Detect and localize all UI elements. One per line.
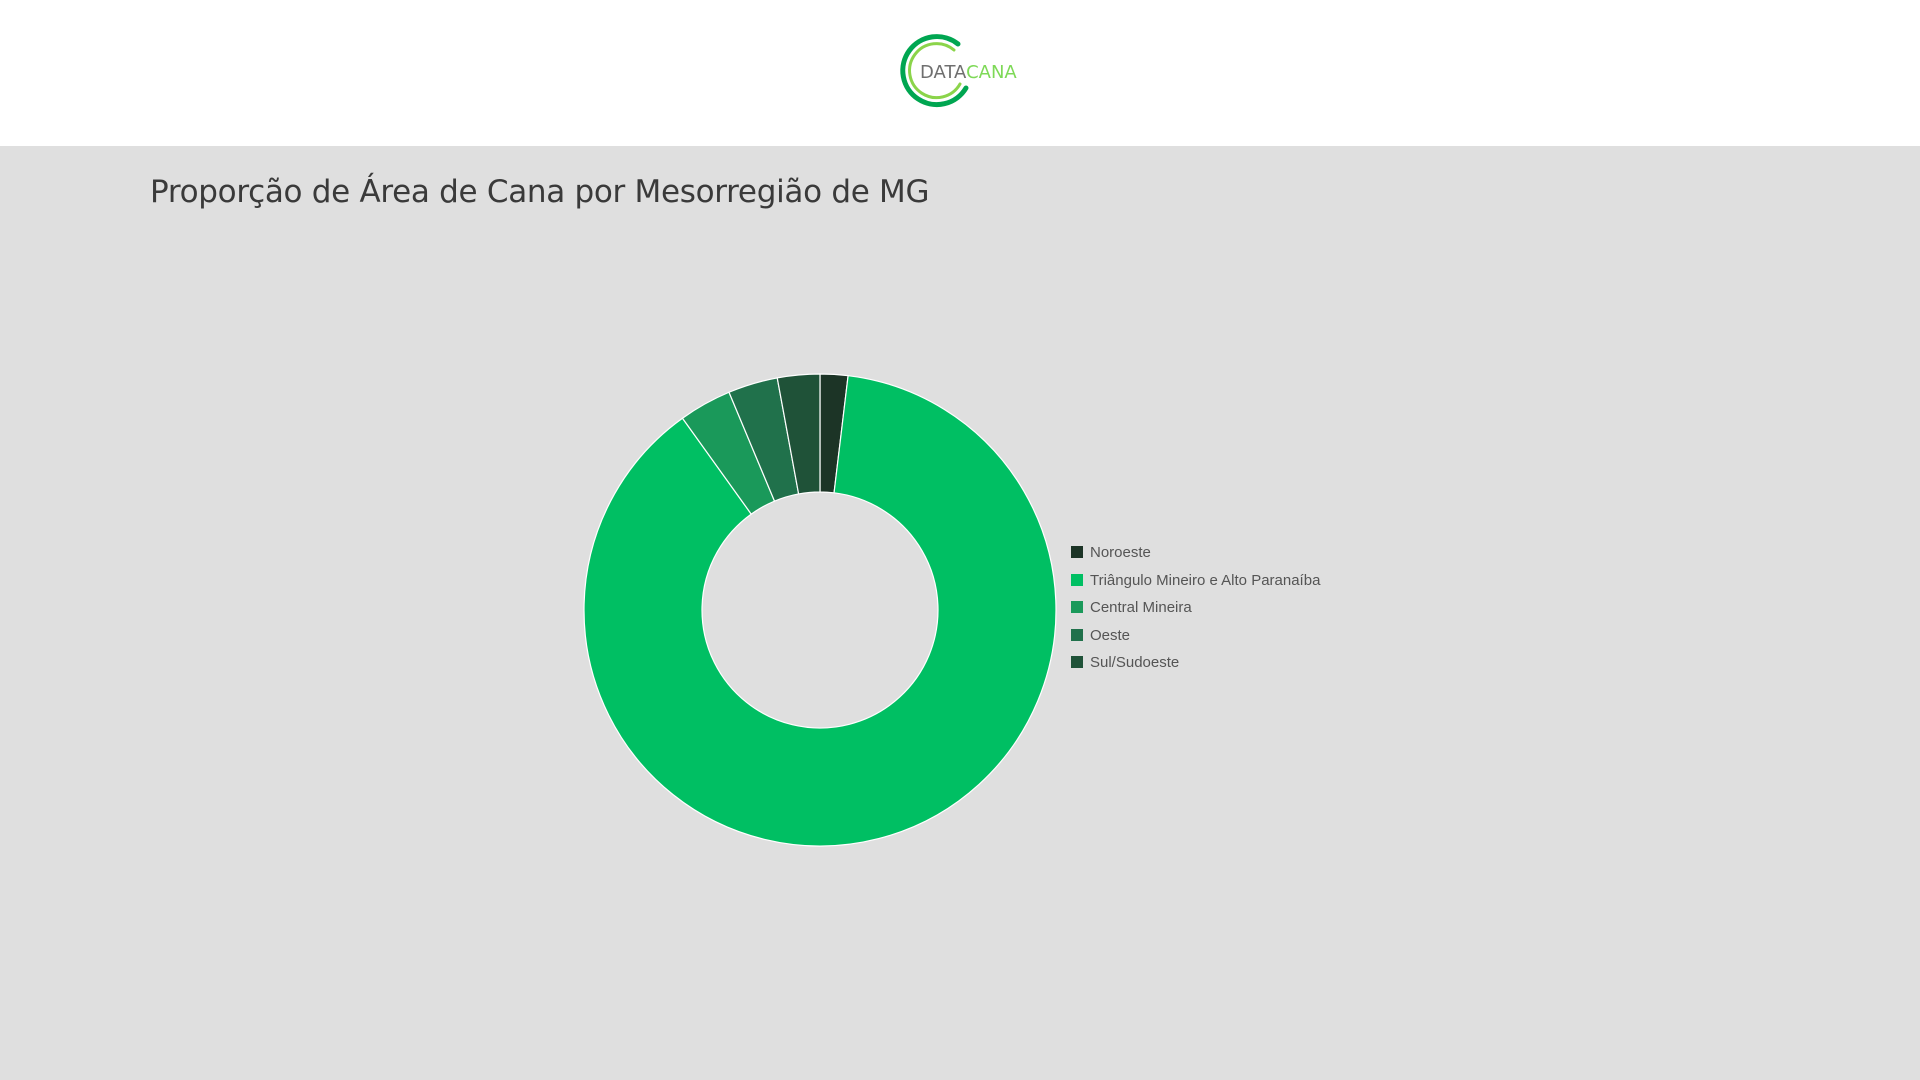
legend-swatch [1071, 573, 1083, 586]
logo-text-cana: CANA [966, 62, 1017, 83]
legend-item[interactable]: Oeste [1071, 627, 1391, 655]
legend-label: Central Mineira [1090, 599, 1192, 616]
page-title: Proporção de Área de Cana por Mesorregiã… [150, 174, 930, 210]
legend-swatch [1071, 601, 1083, 613]
chart-legend: Noroeste Triângulo Mineiro e Alto Paranaí… [1071, 544, 1391, 682]
legend-item[interactable]: Triângulo Mineiro e Alto Paranaíba [1071, 572, 1391, 600]
legend-item[interactable]: Sul/Sudoeste [1071, 654, 1391, 682]
legend-label: Sul/Sudoeste [1090, 654, 1180, 671]
legend-label: Triângulo Mineiro e Alto Paranaíba [1090, 571, 1321, 589]
logo-text-data: DATA [920, 62, 967, 83]
legend-label: Noroeste [1090, 544, 1151, 561]
donut-chart [583, 373, 1057, 847]
legend-item[interactable]: Noroeste [1071, 544, 1391, 572]
legend-swatch [1071, 656, 1083, 668]
legend-label: Oeste [1090, 626, 1131, 644]
legend-item[interactable]: Central Mineira [1071, 599, 1391, 627]
legend-swatch [1071, 628, 1083, 641]
logo-wordmark: DATACANA [920, 62, 1017, 83]
header-bar: DATACANA [0, 0, 1920, 146]
legend-swatch [1071, 546, 1083, 558]
datacana-logo[interactable]: DATACANA [896, 32, 1026, 112]
